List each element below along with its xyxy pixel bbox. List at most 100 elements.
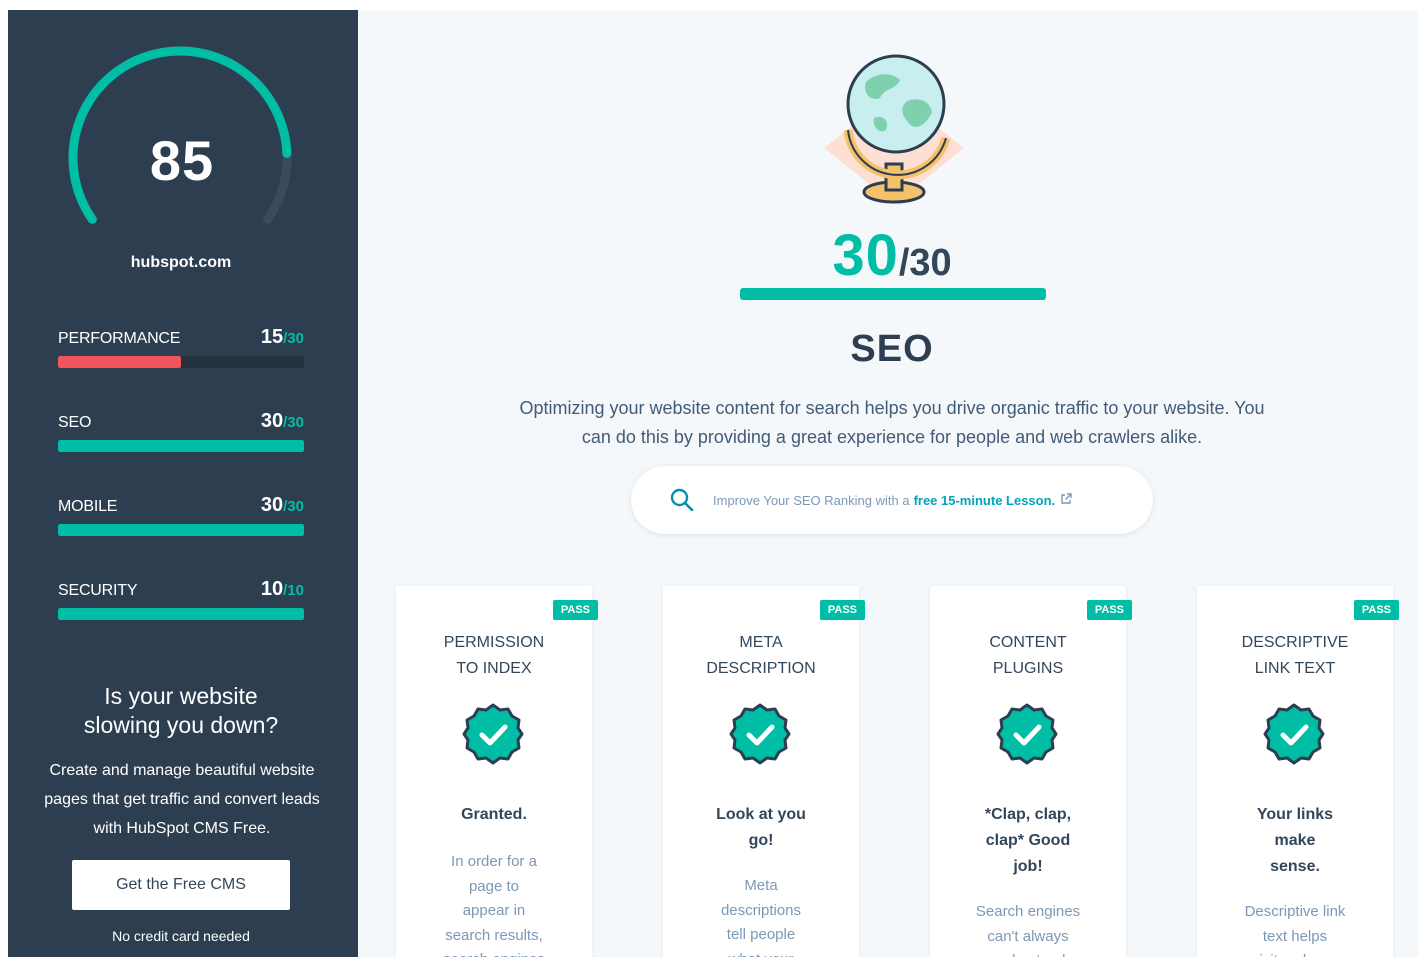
metric-score: 30/30 (261, 494, 304, 517)
metric-progress-track (58, 356, 304, 368)
card-headline-line: job! (1013, 858, 1043, 875)
card-description: In order for a page to appear in search … (424, 850, 564, 957)
card-headline-line: clap* Good (985, 832, 1071, 849)
card-description-line: tell people (726, 926, 796, 943)
metric-progress-track (58, 524, 304, 536)
card-title-line: DESCRIPTION (706, 660, 816, 677)
card-description-line: visitors know (1225, 949, 1365, 957)
card-title-line: META (739, 634, 783, 651)
metric-progress-fill (58, 440, 304, 452)
metric-mobile[interactable]: MOBILE 30/30 (58, 494, 304, 546)
seo-score-total: /30 (898, 242, 952, 284)
card-description-line: search engines (424, 948, 564, 957)
metric-label: SEO (58, 414, 92, 431)
metric-progress-fill (58, 356, 181, 368)
audit-card-descriptive-link-text[interactable]: PASS DESCRIPTIVE LINK TEXT Your links ma… (1197, 586, 1399, 957)
promo-title: Is your website slowing you down? (8, 682, 354, 740)
check-badge-icon (728, 702, 792, 766)
lesson-text: Improve Your SEO Ranking with a (713, 492, 910, 508)
card-title-line: PLUGINS (992, 660, 1064, 677)
metric-label: MOBILE (58, 498, 118, 515)
check-badge-icon (461, 702, 525, 766)
card-title-line: TO INDEX (456, 660, 532, 677)
metric-progress-track (58, 608, 304, 620)
promo-description: Create and manage beautiful website page… (22, 756, 342, 843)
card-title-line: DESCRIPTIVE (1241, 634, 1349, 651)
metric-progress-track (58, 440, 304, 452)
check-badge-icon (995, 702, 1059, 766)
promo-description-line: with HubSpot CMS Free. (93, 820, 271, 837)
metric-score-total: /30 (283, 498, 304, 515)
card-title: PERMISSION TO INDEX (396, 630, 592, 682)
seo-score: 30/30 (358, 222, 1426, 289)
metric-score-value: 15 (260, 326, 284, 348)
section-description: Optimizing your website content for sear… (462, 394, 1322, 452)
card-description-line: descriptions (720, 901, 802, 919)
section-description-line: Optimizing your website content for sear… (519, 398, 1265, 418)
metric-score: 30/30 (261, 410, 304, 433)
card-headline: Your links make sense. (1225, 802, 1365, 880)
card-description-line: In order for a (451, 853, 537, 870)
card-headline-line: *Clap, clap, (984, 806, 1072, 823)
external-link-icon[interactable] (1060, 492, 1072, 508)
card-title-line: PERMISSION (443, 634, 545, 651)
card-headline-line: Your links (1256, 806, 1334, 823)
card-description: Descriptive link text helps visitors kno… (1225, 900, 1365, 957)
card-title-line: LINK TEXT (1254, 660, 1336, 677)
card-description: Meta descriptions tell people what your (691, 874, 831, 957)
card-headline-line: sense. (1270, 858, 1320, 875)
check-badge-icon (1262, 702, 1326, 766)
promo-title-line: Is your website (104, 683, 258, 709)
card-description-line: understand (958, 949, 1098, 957)
metric-security[interactable]: SECURITY 10/10 (58, 578, 304, 630)
card-title: CONTENT PLUGINS (930, 630, 1126, 682)
seo-score-value: 30 (832, 223, 899, 288)
card-description-line: appear in (462, 902, 526, 919)
section-description-line: can do this by providing a great experie… (581, 427, 1203, 447)
metric-score-total: /10 (283, 582, 304, 599)
metric-progress-fill (58, 524, 304, 536)
overall-score-gauge: 85 (68, 40, 308, 260)
free-lesson-link[interactable]: free 15-minute Lesson. (914, 493, 1056, 508)
metric-label: SECURITY (58, 582, 138, 599)
metric-score: 10/10 (261, 578, 304, 601)
card-description: Search engines can't always understand (958, 900, 1098, 957)
section-title: SEO (850, 328, 934, 370)
card-description-line: Descriptive link (1244, 903, 1346, 920)
seo-report-panel: 30/30 SEO Optimizing your website conten… (358, 10, 1418, 957)
metric-score-value: 30 (260, 410, 284, 432)
card-description-line: Meta (744, 877, 778, 894)
card-title: DESCRIPTIVE LINK TEXT (1197, 630, 1393, 682)
card-headline-line: go! (748, 832, 774, 849)
promo-description-line: pages that get traffic and convert leads (44, 791, 320, 808)
get-free-cms-button[interactable]: Get the Free CMS (72, 860, 290, 910)
card-description-line: text helps (1262, 927, 1328, 945)
card-description-line: what your (691, 948, 831, 957)
card-headline-line: Look at you (716, 806, 806, 823)
card-description-line: can't always (987, 927, 1069, 945)
audit-card-meta-description[interactable]: PASS META DESCRIPTION Look at you go! Me… (663, 586, 865, 957)
metric-seo[interactable]: SEO 30/30 (58, 410, 304, 462)
no-credit-card-note: No credit card needed (112, 928, 250, 944)
audit-card-permission-to-index[interactable]: PASS PERMISSION TO INDEX Granted. In ord… (396, 586, 598, 957)
card-title: META DESCRIPTION (663, 630, 859, 682)
card-headline: Granted. (424, 802, 564, 828)
promo-description-line: Create and manage beautiful website (49, 762, 315, 779)
card-headline: Look at you go! (691, 802, 831, 854)
metric-progress-fill (58, 608, 304, 620)
search-icon (670, 488, 694, 512)
globe-icon (796, 42, 992, 222)
metric-performance[interactable]: PERFORMANCE 15/30 (58, 326, 304, 378)
metric-score-total: /30 (283, 414, 304, 431)
card-description-line: page to (468, 877, 520, 895)
site-domain: hubspot.com (130, 254, 232, 271)
audit-card-content-plugins[interactable]: PASS CONTENT PLUGINS *Clap, clap, clap* … (930, 586, 1132, 957)
card-headline-line: make (1274, 832, 1316, 849)
metric-score-value: 30 (260, 494, 284, 516)
card-description-line: search results, (445, 926, 543, 944)
promo-title-line: slowing you down? (83, 712, 279, 738)
metric-score-value: 10 (260, 578, 284, 600)
pass-badge: PASS (1086, 600, 1132, 620)
metric-score: 15/30 (261, 326, 304, 349)
card-headline: *Clap, clap, clap* Good job! (958, 802, 1098, 880)
